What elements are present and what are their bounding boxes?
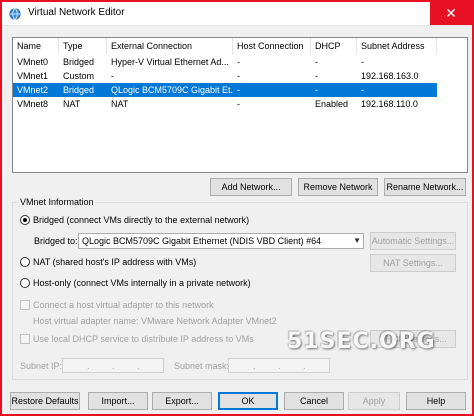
- close-icon: ✕: [445, 5, 457, 21]
- table-row[interactable]: VMnet1 Custom - - - 192.168.163.0: [13, 69, 437, 83]
- network-globe-icon: [9, 8, 21, 20]
- table-row[interactable]: VMnet0 Bridged Hyper-V Virtual Ethernet …: [13, 55, 437, 69]
- close-button[interactable]: ✕: [430, 2, 472, 25]
- export-button[interactable]: Export...: [152, 392, 212, 410]
- cell-host-connection: -: [237, 99, 240, 109]
- cell-external-connection: NAT: [111, 99, 129, 109]
- cell-name: VMnet0: [17, 57, 49, 67]
- bridged-to-select[interactable]: QLogic BCM5709C Gigabit Ethernet (NDIS V…: [78, 233, 364, 249]
- ip-separator: .: [278, 361, 281, 371]
- subnet-mask-label: Subnet mask:: [174, 361, 230, 371]
- cell-name: VMnet8: [17, 99, 49, 109]
- ip-separator: .: [137, 361, 140, 371]
- bridged-to-label: Bridged to:: [34, 236, 78, 246]
- column-header-subnet-address[interactable]: Subnet Address: [357, 38, 437, 54]
- column-header-external-connection[interactable]: External Connection: [107, 38, 233, 54]
- list-header: Name Type External Connection Host Conne…: [13, 38, 467, 54]
- window-title: Virtual Network Editor: [28, 7, 125, 18]
- vmnet-information-label: VMnet Information: [18, 197, 96, 207]
- cell-host-connection: -: [237, 71, 240, 81]
- dhcp-checkbox[interactable]: [20, 334, 30, 344]
- watermark: 51SEC.ORG: [287, 329, 436, 354]
- ip-separator: .: [303, 361, 306, 371]
- cell-subnet-address: 192.168.110.0: [361, 99, 418, 109]
- connect-adapter-checkbox[interactable]: [20, 300, 30, 310]
- cell-host-connection: -: [237, 57, 240, 67]
- host-only-radio[interactable]: [20, 278, 30, 288]
- cancel-button[interactable]: Cancel: [284, 392, 344, 410]
- apply-button[interactable]: Apply: [348, 392, 400, 410]
- nat-settings-button[interactable]: NAT Settings...: [370, 254, 456, 272]
- cell-name: VMnet1: [17, 71, 49, 81]
- cell-dhcp: -: [315, 71, 318, 81]
- cell-name: VMnet2: [17, 85, 49, 95]
- cell-type: NAT: [63, 99, 81, 109]
- network-list[interactable]: Name Type External Connection Host Conne…: [12, 37, 468, 173]
- virtual-network-editor-window: Virtual Network Editor ✕ Name Type Exter…: [0, 0, 474, 416]
- adapter-name-label: Host virtual adapter name: VMware Networ…: [33, 316, 277, 326]
- cell-subnet-address: 192.168.163.0: [361, 71, 419, 81]
- import-button[interactable]: Import...: [88, 392, 148, 410]
- cell-type: Bridged: [63, 57, 95, 67]
- column-header-dhcp[interactable]: DHCP: [311, 38, 357, 54]
- ip-separator: .: [253, 361, 256, 371]
- bridged-to-value: QLogic BCM5709C Gigabit Ethernet (NDIS V…: [82, 236, 322, 246]
- remove-network-button[interactable]: Remove Network: [298, 178, 378, 196]
- subnet-ip-input[interactable]: . . .: [62, 358, 164, 373]
- nat-radio[interactable]: [20, 257, 30, 267]
- cell-type: Bridged: [63, 85, 95, 95]
- subnet-ip-label: Subnet IP:: [20, 361, 63, 371]
- cell-subnet-address: -: [361, 85, 364, 95]
- table-row[interactable]: VMnet8 NAT NAT - Enabled 192.168.110.0: [13, 97, 437, 111]
- rename-network-button[interactable]: Rename Network...: [384, 178, 466, 196]
- help-button[interactable]: Help: [406, 392, 466, 410]
- cell-dhcp: -: [315, 85, 318, 95]
- cell-type: Custom: [63, 71, 95, 81]
- ip-separator: .: [87, 361, 90, 371]
- ip-separator: .: [112, 361, 115, 371]
- dhcp-label[interactable]: Use local DHCP service to distribute IP …: [33, 334, 254, 344]
- ok-button[interactable]: OK: [218, 392, 278, 410]
- nat-label[interactable]: NAT (shared host's IP address with VMs): [33, 257, 196, 267]
- cell-external-connection: Hyper-V Virtual Ethernet Ad...: [111, 57, 229, 67]
- cell-external-connection: QLogic BCM5709C Gigabit Et...: [111, 85, 233, 95]
- host-only-label[interactable]: Host-only (connect VMs internally in a p…: [33, 278, 251, 288]
- cell-host-connection: -: [237, 85, 240, 95]
- column-header-host-connection[interactable]: Host Connection: [233, 38, 311, 54]
- chevron-down-icon: ▼: [353, 236, 361, 245]
- connect-adapter-label[interactable]: Connect a host virtual adapter to this n…: [33, 300, 214, 310]
- subnet-mask-input[interactable]: . . .: [228, 358, 330, 373]
- table-row-selected[interactable]: VMnet2 Bridged QLogic BCM5709C Gigabit E…: [13, 83, 437, 97]
- cell-subnet-address: -: [361, 57, 364, 67]
- bridged-radio[interactable]: [20, 215, 30, 225]
- cell-dhcp: Enabled: [315, 99, 349, 109]
- column-header-type[interactable]: Type: [59, 38, 107, 54]
- title-bar: Virtual Network Editor ✕: [2, 2, 472, 26]
- restore-defaults-button[interactable]: Restore Defaults: [10, 392, 80, 410]
- automatic-settings-button[interactable]: Automatic Settings...: [370, 232, 456, 250]
- add-network-button[interactable]: Add Network...: [210, 178, 292, 196]
- cell-external-connection: -: [111, 71, 114, 81]
- cell-dhcp: -: [315, 57, 318, 67]
- column-header-name[interactable]: Name: [13, 38, 59, 54]
- bridged-label[interactable]: Bridged (connect VMs directly to the ext…: [33, 215, 249, 225]
